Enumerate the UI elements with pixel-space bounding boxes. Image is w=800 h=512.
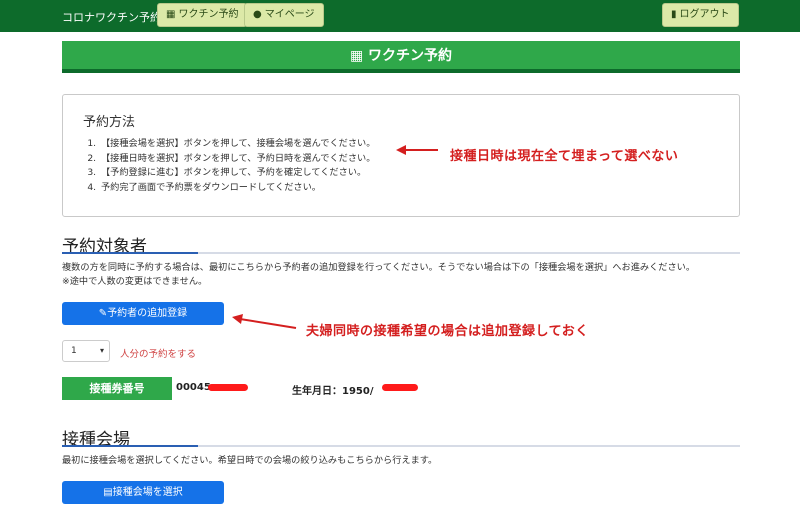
annotation-arrow-2 — [232, 314, 297, 329]
annotation-note-datetime: 接種日時は現在全て埋まって選べない — [450, 149, 679, 164]
annotation-note-couple: 夫婦同時の接種希望の場合は追加登録しておく — [306, 324, 589, 339]
annotation-arrow-1 — [396, 145, 438, 155]
annotation-arrows — [232, 145, 438, 329]
